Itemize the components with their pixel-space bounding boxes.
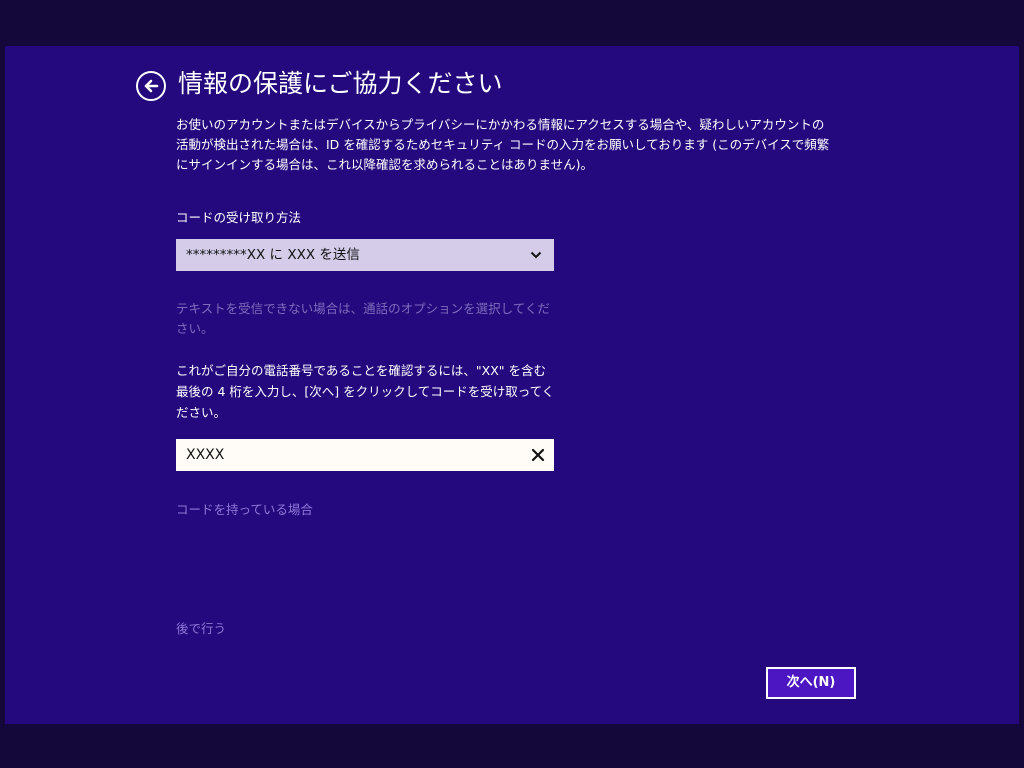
last-digits-input[interactable] [176, 439, 516, 471]
next-button[interactable]: 次へ(N) [766, 667, 856, 699]
back-arrow-circle-icon [144, 79, 159, 93]
back-button[interactable] [136, 71, 166, 101]
chevron-down-icon [530, 251, 542, 259]
bottom-band [0, 724, 1024, 768]
top-band [0, 0, 1024, 46]
description-text: お使いのアカウントまたはデバイスからプライバシーにかかわる情報にアクセスする場合… [176, 117, 830, 172]
last-digits-field [176, 439, 554, 471]
call-option-hint: テキストを受信できない場合は、通話のオプションを選択してください。 [176, 301, 550, 336]
code-method-label: コードの受け取り方法 [176, 210, 302, 225]
do-later-link[interactable]: 後で行う [176, 620, 226, 638]
close-icon[interactable] [529, 446, 547, 464]
phone-confirm-instructions: これがご自分の電話番号であることを確認するには、"XX" を含む最後の 4 桁を… [176, 363, 555, 420]
code-method-select[interactable]: *********XX に XXX を送信 [176, 239, 554, 271]
code-method-selected-value: *********XX に XXX を送信 [186, 247, 360, 263]
page-title: 情報の保護にご協力ください [178, 69, 503, 98]
have-code-link[interactable]: コードを持っている場合 [176, 501, 313, 519]
